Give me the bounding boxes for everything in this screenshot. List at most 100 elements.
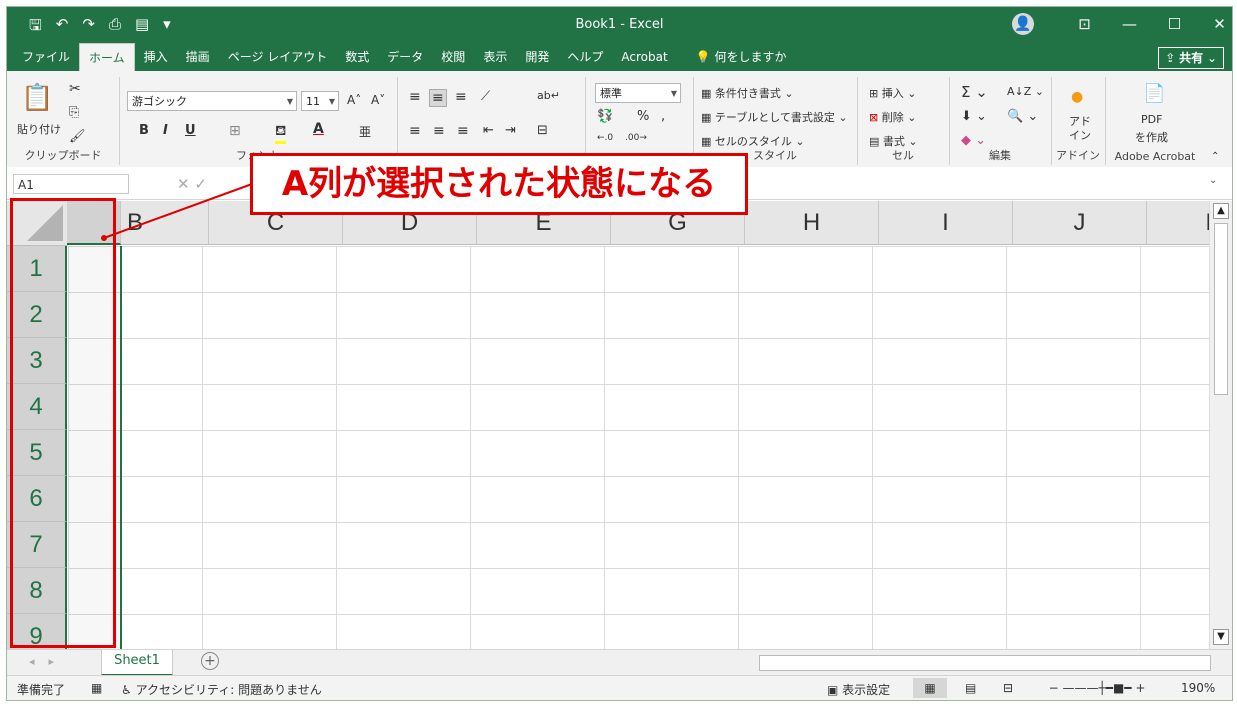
scroll-thumb[interactable] bbox=[1214, 223, 1228, 395]
paste-button-label[interactable]: 貼り付け bbox=[17, 121, 61, 137]
share-button[interactable]: ⇪ 共有 ⌄ bbox=[1158, 47, 1224, 69]
autosum-icon[interactable]: Σ ⌄ bbox=[961, 83, 988, 101]
group-label-editing: 編集 bbox=[989, 149, 1011, 162]
addins-button-label[interactable]: アド イン bbox=[1069, 115, 1091, 143]
tab-8[interactable]: 表示 bbox=[474, 43, 516, 71]
merge-center-icon[interactable]: ⊟ bbox=[537, 123, 548, 138]
tab-7[interactable]: 校閲 bbox=[432, 43, 474, 71]
fill-icon[interactable]: ⬇ ⌄ bbox=[961, 109, 987, 124]
tab-6[interactable]: データ bbox=[378, 43, 432, 71]
tab-10[interactable]: ヘルプ bbox=[558, 43, 612, 71]
cut-icon[interactable]: ✂ bbox=[69, 81, 81, 97]
pdf-icon[interactable]: 📄 bbox=[1143, 83, 1165, 104]
format-as-table-button[interactable]: ▦ テーブルとして書式設定 ⌄ bbox=[701, 109, 848, 125]
tab-list: ファイル ホーム 挿入 描画 ページ レイアウト 数式 データ 校閲 表示 開発 ヘルプ Acroba… bbox=[13, 43, 795, 71]
orientation-icon[interactable]: ⟋ bbox=[481, 89, 490, 104]
accessibility-status[interactable]: ♿ アクセシビリティ: 問題ありません bbox=[121, 681, 322, 698]
addins-icon[interactable]: ● bbox=[1071, 89, 1083, 105]
tab-4[interactable]: ページ レイアウト bbox=[219, 43, 337, 71]
copy-icon[interactable]: ⎘ bbox=[69, 105, 79, 120]
bold-icon[interactable]: B bbox=[139, 123, 149, 138]
insert-cells-button[interactable]: ⊞ 挿入 ⌄ bbox=[869, 85, 916, 101]
tell-me-search[interactable]: 💡 何をしますか bbox=[687, 43, 796, 71]
align-left-icon[interactable]: ≡ bbox=[409, 123, 421, 139]
align-center-icon[interactable]: ≡ bbox=[433, 123, 445, 139]
page-break-view-icon[interactable]: ⊟ bbox=[1003, 681, 1013, 695]
add-sheet-icon[interactable]: + bbox=[201, 652, 219, 670]
number-format-combo[interactable]: 標準 ▼ bbox=[595, 83, 681, 103]
tab-5[interactable]: 数式 bbox=[336, 43, 378, 71]
align-top-icon[interactable]: ≡ bbox=[409, 89, 421, 105]
expand-formula-icon[interactable]: ⌄ bbox=[1209, 175, 1217, 186]
cell-area[interactable] bbox=[68, 246, 1209, 649]
column-header-i[interactable]: I bbox=[879, 201, 1013, 245]
phonetic-icon[interactable]: 亜 bbox=[359, 123, 371, 140]
delete-cells-icon: ⊠ bbox=[869, 111, 879, 124]
align-middle-icon[interactable]: ≡ bbox=[429, 89, 447, 107]
font-size-value: 11 bbox=[306, 95, 320, 108]
worksheet-grid: BCDEGHIJK 123456789 bbox=[7, 201, 1209, 649]
wrap-text-icon[interactable]: ab↵ bbox=[537, 89, 560, 102]
sort-filter-icon[interactable]: A↓Z ⌄ bbox=[1007, 85, 1044, 98]
tab-2[interactable]: 挿入 bbox=[135, 43, 177, 71]
format-painter-icon[interactable]: 🖌 bbox=[69, 129, 86, 144]
zoom-slider[interactable]: − ———┼━■━ + bbox=[1037, 681, 1157, 695]
fill-color-icon[interactable]: ⛾ bbox=[275, 123, 287, 144]
increase-decimal-icon[interactable]: ←.0 bbox=[597, 133, 613, 143]
column-header-k[interactable]: K bbox=[1147, 201, 1209, 245]
font-color-icon[interactable]: A bbox=[313, 121, 324, 137]
increase-indent-icon[interactable]: ⇥ bbox=[505, 123, 516, 138]
group-label-cells: セル bbox=[892, 149, 914, 162]
find-icon[interactable]: 🔍 ⌄ bbox=[1007, 109, 1038, 124]
column-header-j[interactable]: J bbox=[1013, 201, 1147, 245]
column-header-h[interactable]: H bbox=[745, 201, 879, 245]
name-box[interactable]: A1 bbox=[13, 174, 129, 194]
font-size-combo[interactable]: 11 ▼ bbox=[301, 91, 339, 111]
minimize-icon[interactable]: — bbox=[1107, 13, 1152, 35]
tab-11[interactable]: Acrobat bbox=[612, 43, 676, 71]
tab-1[interactable]: ホーム bbox=[79, 43, 135, 71]
scroll-up-icon[interactable]: ▲ bbox=[1213, 203, 1229, 219]
underline-icon[interactable]: U bbox=[185, 123, 196, 138]
clear-icon[interactable]: ◆ ⌄ bbox=[961, 133, 986, 148]
maximize-icon[interactable]: ☐ bbox=[1152, 13, 1197, 35]
increase-font-icon[interactable]: A˄ bbox=[347, 93, 361, 107]
comma-icon[interactable]: , bbox=[661, 109, 665, 124]
conditional-format-button[interactable]: ▦ 条件付き書式 ⌄ bbox=[701, 85, 794, 101]
align-right-icon[interactable]: ≡ bbox=[457, 123, 469, 139]
decrease-font-icon[interactable]: A˅ bbox=[371, 93, 385, 107]
vertical-scrollbar[interactable]: ▲ ▼ bbox=[1209, 201, 1232, 649]
tab-3[interactable]: 描画 bbox=[177, 43, 219, 71]
page-layout-view-icon[interactable]: ▤ bbox=[965, 681, 976, 695]
italic-icon[interactable]: I bbox=[163, 123, 168, 138]
sheet-nav-icons[interactable]: ◂▸ bbox=[29, 655, 68, 668]
normal-view-icon[interactable]: ▦ bbox=[913, 678, 947, 698]
decrease-decimal-icon[interactable]: .00→ bbox=[625, 133, 647, 143]
macro-record-icon[interactable]: ▦ bbox=[91, 681, 102, 695]
column-header-b[interactable]: B bbox=[121, 201, 209, 245]
accounting-icon[interactable]: 💱 bbox=[597, 109, 613, 124]
collapse-ribbon-icon[interactable]: ⌃ bbox=[1211, 151, 1219, 162]
horizontal-scrollbar[interactable] bbox=[759, 655, 1211, 671]
display-settings[interactable]: ▣ 表示設定 bbox=[827, 681, 890, 698]
tab-9[interactable]: 開発 bbox=[516, 43, 558, 71]
border-icon[interactable]: ⊞ bbox=[229, 123, 241, 139]
scroll-down-icon[interactable]: ▼ bbox=[1213, 629, 1229, 645]
conditional-format-label: 条件付き書式 bbox=[714, 87, 781, 100]
decrease-indent-icon[interactable]: ⇤ bbox=[483, 123, 494, 138]
display-settings-icon: ▣ bbox=[827, 683, 839, 697]
close-icon[interactable]: ✕ bbox=[1197, 13, 1232, 35]
delete-cells-button[interactable]: ⊠ 削除 ⌄ bbox=[869, 109, 916, 125]
create-pdf-label-2[interactable]: を作成 bbox=[1135, 129, 1168, 145]
zoom-level[interactable]: 190% bbox=[1181, 681, 1215, 695]
account-avatar-icon[interactable]: 👤 bbox=[1012, 13, 1034, 35]
create-pdf-label-1[interactable]: PDF bbox=[1141, 113, 1162, 126]
paste-icon[interactable]: 📋 bbox=[21, 83, 53, 113]
tab-0[interactable]: ファイル bbox=[13, 43, 79, 71]
sheet-tab-bar: ◂▸ Sheet1 + bbox=[7, 649, 1232, 676]
font-name-combo[interactable]: 游ゴシック ▼ bbox=[127, 91, 297, 111]
percent-icon[interactable]: % bbox=[637, 109, 649, 124]
align-bottom-icon[interactable]: ≡ bbox=[455, 89, 467, 105]
sheet-tab-sheet1[interactable]: Sheet1 bbox=[101, 650, 173, 676]
ribbon-display-icon[interactable]: ⊡ bbox=[1062, 13, 1107, 35]
